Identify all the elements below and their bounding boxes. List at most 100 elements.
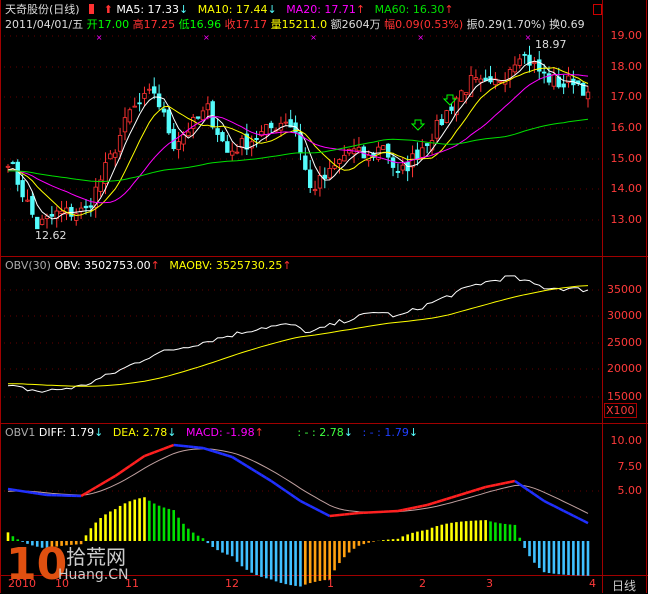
diff-segment bbox=[354, 513, 359, 514]
quote-line: 2011/04/01/五 开17.00 高17.25 低16.96 收17.17… bbox=[5, 16, 597, 32]
candle-down bbox=[362, 147, 366, 158]
ma10-dir-icon: ↓ bbox=[267, 3, 276, 16]
volume-value: 15211.0 bbox=[282, 18, 328, 31]
diff-segment bbox=[495, 484, 500, 485]
diff-segment bbox=[481, 487, 486, 489]
candle-up bbox=[187, 132, 191, 136]
candle-up bbox=[182, 135, 186, 144]
change-label: 幅 bbox=[384, 18, 395, 31]
stock-name: 天奇股份(日线) bbox=[5, 3, 80, 16]
diff-segment bbox=[91, 487, 96, 490]
macd-tick: 7.50 bbox=[618, 460, 643, 473]
price-tick: 15.00 bbox=[611, 152, 643, 165]
candle-up bbox=[498, 81, 502, 82]
diff-segment bbox=[144, 454, 149, 456]
stock-chart[interactable]: ××××× bbox=[0, 0, 648, 593]
diff-segment bbox=[296, 498, 301, 501]
diff-segment bbox=[120, 469, 125, 472]
low-value: 16.96 bbox=[190, 18, 222, 31]
candle-down bbox=[31, 196, 35, 214]
obv-tick: 15000 bbox=[607, 390, 642, 403]
candle-up bbox=[435, 120, 439, 138]
diff-segment bbox=[227, 456, 232, 458]
diff-segment bbox=[242, 463, 247, 466]
period-button[interactable]: 日线 bbox=[612, 577, 636, 594]
diff-segment bbox=[417, 506, 422, 507]
ma20-line bbox=[8, 74, 588, 203]
candle-down bbox=[440, 119, 444, 124]
ma20-dir-icon: ↑ bbox=[356, 3, 365, 16]
obv-tick: 20000 bbox=[607, 362, 642, 375]
extra1-value: : - : 2.78 bbox=[297, 426, 343, 439]
dea-value: DEA: 2.78 bbox=[113, 426, 167, 439]
diff-segment bbox=[554, 506, 559, 508]
candle-down bbox=[211, 102, 215, 127]
candle-down bbox=[523, 54, 527, 55]
candle-up bbox=[401, 165, 405, 170]
candle-up bbox=[235, 152, 239, 153]
candle-up bbox=[60, 211, 64, 213]
macd-value: MACD: -1.98 bbox=[186, 426, 255, 439]
date-tick: 2 bbox=[419, 577, 426, 590]
price-tick: 16.00 bbox=[611, 121, 643, 134]
diff-segment bbox=[101, 482, 106, 485]
date-label: 2011/04/01/五 bbox=[5, 18, 83, 31]
candle-down bbox=[216, 129, 220, 135]
diff-segment bbox=[37, 494, 42, 495]
diff-segment bbox=[315, 509, 320, 512]
candle-down bbox=[167, 110, 171, 133]
macd-indicator-name[interactable]: OBV1 bbox=[5, 426, 35, 439]
diff-segment bbox=[505, 482, 510, 483]
diff-segment bbox=[286, 491, 291, 494]
candle-up bbox=[313, 190, 317, 191]
candle-up bbox=[143, 93, 147, 98]
diff-segment bbox=[325, 514, 330, 517]
diff-segment bbox=[320, 511, 325, 514]
diff-segment bbox=[281, 488, 286, 491]
candle-up bbox=[333, 166, 337, 169]
candle-down bbox=[221, 132, 225, 140]
diff-segment bbox=[335, 515, 340, 516]
price-tick: 18.00 bbox=[611, 60, 643, 73]
candle-up bbox=[284, 122, 288, 123]
macd-tick: 5.00 bbox=[618, 484, 643, 497]
diff-segment bbox=[105, 479, 110, 482]
candle-up bbox=[381, 146, 385, 150]
candle-up bbox=[464, 93, 468, 95]
diff-segment bbox=[573, 516, 578, 518]
candle-up bbox=[357, 147, 361, 150]
candle-down bbox=[425, 144, 429, 146]
diff-value: DIFF: 1.79 bbox=[39, 426, 94, 439]
signal-marker: × bbox=[96, 33, 103, 42]
candle-up bbox=[318, 175, 322, 188]
candle-down bbox=[35, 217, 39, 228]
window-restore-icon[interactable] bbox=[593, 4, 602, 15]
extra1-dir-icon: ↓ bbox=[344, 426, 353, 439]
candle-up bbox=[513, 65, 517, 72]
candle-down bbox=[50, 214, 54, 216]
diff-segment bbox=[466, 492, 471, 494]
diff-segment bbox=[140, 456, 145, 459]
diff-segment bbox=[237, 460, 242, 463]
candle-down bbox=[89, 206, 93, 207]
candle-up bbox=[113, 153, 117, 157]
diff-segment bbox=[135, 459, 140, 462]
diff-segment bbox=[413, 507, 418, 508]
signal-marker: × bbox=[203, 33, 210, 42]
diff-segment bbox=[110, 476, 115, 479]
candle-down bbox=[308, 170, 312, 188]
diff-segment bbox=[213, 451, 218, 453]
diff-dir-icon: ↓ bbox=[94, 426, 103, 439]
date-tick: 4 bbox=[589, 577, 596, 590]
diff-segment bbox=[86, 490, 91, 493]
diff-segment bbox=[330, 516, 335, 517]
diff-segment bbox=[559, 508, 564, 510]
obv-indicator-name[interactable]: OBV(30) bbox=[5, 259, 51, 272]
candle-down bbox=[11, 163, 15, 164]
arrow-up-icon[interactable]: ⬆ bbox=[104, 3, 113, 16]
candle-icon[interactable] bbox=[89, 4, 94, 14]
diff-segment bbox=[491, 485, 496, 486]
diff-segment bbox=[442, 499, 447, 501]
diff-segment bbox=[252, 469, 257, 472]
diff-segment bbox=[432, 502, 437, 504]
